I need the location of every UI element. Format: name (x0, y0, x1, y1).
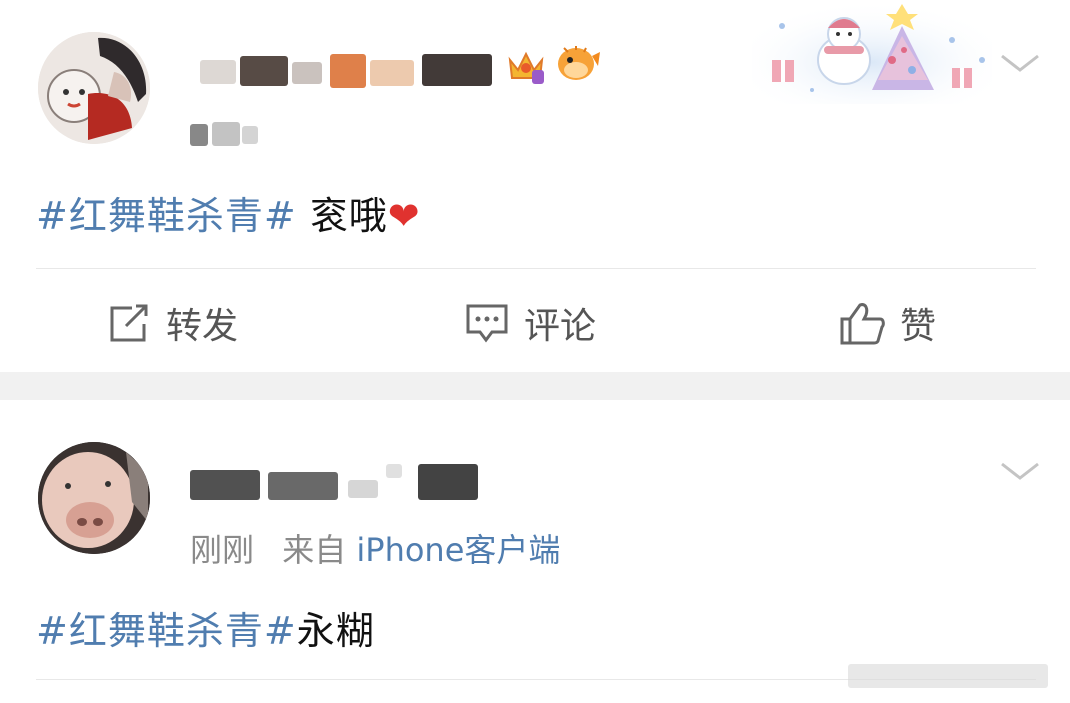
chevron-down-icon[interactable] (998, 40, 1042, 84)
repost-button[interactable]: 转发 (106, 298, 238, 348)
like-label: 赞 (900, 306, 937, 347)
post-content: #红舞鞋杀青# 衮哦❤ (36, 185, 421, 240)
watermark-obscured (848, 658, 1063, 694)
post-text: 衮哦 (296, 194, 388, 238)
from-label: 来自 (282, 531, 347, 569)
heart-emoji-icon: ❤ (387, 194, 421, 238)
post-time-obscured (190, 120, 260, 148)
post-text: 永糊 (296, 609, 375, 653)
weibo-post-1: #红舞鞋杀青# 衮哦❤ 转发 评论 赞 (0, 0, 1070, 372)
feed-separator (0, 372, 1070, 400)
chevron-down-icon[interactable] (998, 448, 1042, 492)
username-obscured[interactable] (190, 46, 520, 94)
username-obscured[interactable] (190, 450, 510, 500)
pufferfish-icon (554, 42, 600, 86)
post-time: 刚刚 (190, 531, 255, 569)
post-meta: 刚刚 来自 iPhone客户端 (190, 525, 560, 571)
winter-card-decoration (752, 0, 992, 104)
crown-badge-icon (506, 46, 546, 86)
comment-label: 评论 (524, 306, 597, 347)
avatar[interactable] (38, 32, 150, 144)
repost-label: 转发 (166, 306, 239, 347)
comment-icon (466, 304, 508, 343)
client-source-link[interactable]: iPhone客户端 (356, 531, 560, 569)
avatar[interactable] (38, 442, 150, 554)
weibo-post-2: 刚刚 来自 iPhone客户端 #红舞鞋杀青#永糊 (0, 400, 1070, 703)
hashtag-link[interactable]: #红舞鞋杀青# (36, 609, 297, 653)
comment-button[interactable]: 评论 (464, 298, 596, 348)
divider (36, 268, 1036, 269)
repost-icon (110, 304, 148, 342)
hashtag-link[interactable]: #红舞鞋杀青# (36, 194, 297, 238)
post-content: #红舞鞋杀青#永糊 (36, 600, 375, 655)
like-icon (840, 303, 885, 345)
like-button[interactable]: 赞 (838, 298, 936, 348)
